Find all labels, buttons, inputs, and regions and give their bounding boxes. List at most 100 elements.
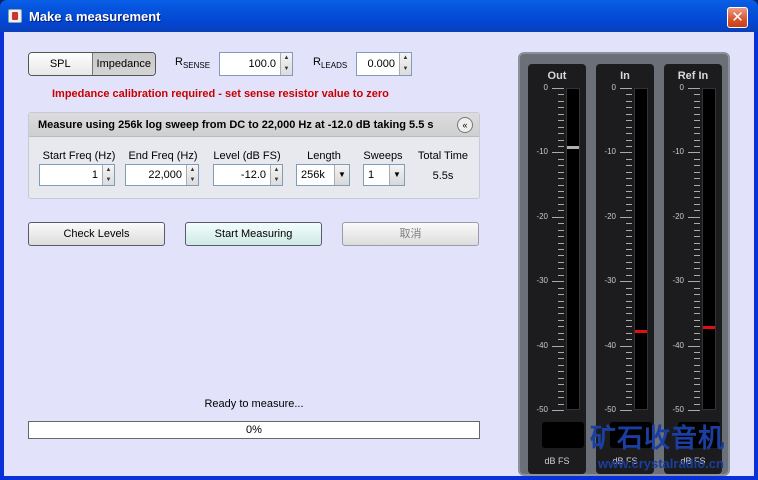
rleads-label: RLEADS [313,56,348,71]
meter-scale-label: -40 [604,340,616,350]
meter-tick [694,210,700,212]
meter-tick [558,171,564,173]
cancel-button[interactable]: 取消 [342,222,479,246]
peak-display [542,422,584,448]
meter-tick [626,133,632,135]
meter-tick [626,332,632,334]
meter-bar [566,88,580,410]
meter-tick [694,339,700,341]
measure-summary: Measure using 256k log sweep from DC to … [38,119,434,131]
meter-tick [694,306,700,308]
meter-tick [694,197,700,199]
collapse-icon[interactable]: « [457,117,473,133]
rsense-value[interactable]: 100.0 [220,53,279,75]
level-value[interactable]: -12.0 [214,165,269,185]
spin-up-icon[interactable]: ▲ [271,165,282,175]
end-freq-value[interactable]: 22,000 [126,165,185,185]
meter-tick [558,94,564,96]
start-measuring-button[interactable]: Start Measuring [185,222,322,246]
watermark-text: 矿石收音机 [590,423,726,453]
close-button[interactable]: ✕ [727,7,748,28]
meter-tick [694,377,700,379]
meter-scale-label: -10 [536,147,548,157]
meter-tick [558,326,564,328]
sweeps-select[interactable]: 1 ▼ [363,164,405,186]
meter-tick [626,339,632,341]
meter-tick [558,319,564,321]
rsense-spin-arrows[interactable]: ▲ ▼ [280,53,292,75]
length-select[interactable]: 256k ▼ [296,164,350,186]
title-bar[interactable]: Make a measurement ✕ [0,0,758,32]
meter-tick [694,352,700,354]
meter-tick [558,133,564,135]
meter-tick [694,107,700,109]
meter-tick [558,313,564,315]
start-freq-spinner[interactable]: 1 ▲ ▼ [39,164,115,186]
spin-down-icon[interactable]: ▼ [281,64,292,75]
meter-tick [552,281,564,283]
spin-down-icon[interactable]: ▼ [187,175,198,185]
check-levels-button[interactable]: Check Levels [28,222,165,246]
meter-scale-label: 0 [679,83,684,92]
meter-tick [558,191,564,193]
start-freq-spin-arrows[interactable]: ▲ ▼ [102,165,114,185]
spin-up-icon[interactable]: ▲ [187,165,198,175]
meter-tick [558,397,564,399]
progress-label: 0% [246,424,262,436]
meter-tick [694,294,700,296]
level-spin-arrows[interactable]: ▲ ▼ [270,165,282,185]
start-freq-value[interactable]: 1 [40,165,101,185]
meter-tick [626,191,632,193]
dialog-window: Make a measurement ✕ SPL Impedance RSENS… [0,0,758,480]
meter-tick [694,249,700,250]
level-spinner[interactable]: -12.0 ▲ ▼ [213,164,283,186]
end-freq-spin-arrows[interactable]: ▲ ▼ [186,165,198,185]
meter-tick [626,358,632,360]
meter-tick [694,358,700,360]
meter-scale-label: -50 [536,405,548,414]
meter-tick [626,158,632,160]
spin-down-icon[interactable]: ▼ [103,175,114,185]
calibration-warning: Impedance calibration required - set sen… [52,88,389,100]
rleads-spinner[interactable]: 0.000 ▲ ▼ [356,52,412,76]
meter-tick [558,287,564,289]
rleads-spin-arrows[interactable]: ▲ ▼ [399,53,411,75]
spin-up-icon[interactable]: ▲ [103,165,114,175]
length-value[interactable]: 256k [301,165,325,185]
rleads-value[interactable]: 0.000 [357,53,398,75]
meter-tick [558,107,564,109]
meter-tick [558,249,564,250]
meter-tick [626,403,632,405]
status-text: Ready to measure... [204,398,304,410]
chevron-down-icon[interactable]: ▼ [389,165,404,185]
meter-tick [626,178,632,180]
progress-bar: 0% [28,421,480,439]
meter-tick [558,178,564,180]
meter-tick [626,313,632,315]
meter-tick [626,294,632,296]
meter-tick [620,410,632,411]
spin-up-icon[interactable]: ▲ [281,53,292,64]
meter-tick [558,236,564,238]
sweeps-value[interactable]: 1 [368,165,374,185]
rsense-spinner[interactable]: 100.0 ▲ ▼ [219,52,293,76]
spin-up-icon[interactable]: ▲ [400,53,411,64]
meter-tick [558,268,564,270]
meter-title: Out [547,70,567,82]
meter-scale-label: -20 [536,211,548,221]
meter-tick [694,236,700,238]
panel-header[interactable]: Measure using 256k log sweep from DC to … [29,113,479,137]
spin-down-icon[interactable]: ▼ [271,175,282,185]
dialog-content: SPL Impedance RSENSE 100.0 ▲ ▼ RLEADS 0.0… [4,32,754,476]
chevron-down-icon[interactable]: ▼ [334,165,349,185]
end-freq-spinner[interactable]: 22,000 ▲ ▼ [125,164,199,186]
impedance-mode-button[interactable]: Impedance [92,53,155,75]
meter-tick [626,364,632,366]
meter-tick [558,377,564,379]
meter-tick [626,210,632,212]
meter-tick [694,403,700,405]
spin-down-icon[interactable]: ▼ [400,64,411,75]
meter-tick [558,145,564,147]
spl-mode-button[interactable]: SPL [29,53,93,75]
meter-tick [626,229,632,231]
